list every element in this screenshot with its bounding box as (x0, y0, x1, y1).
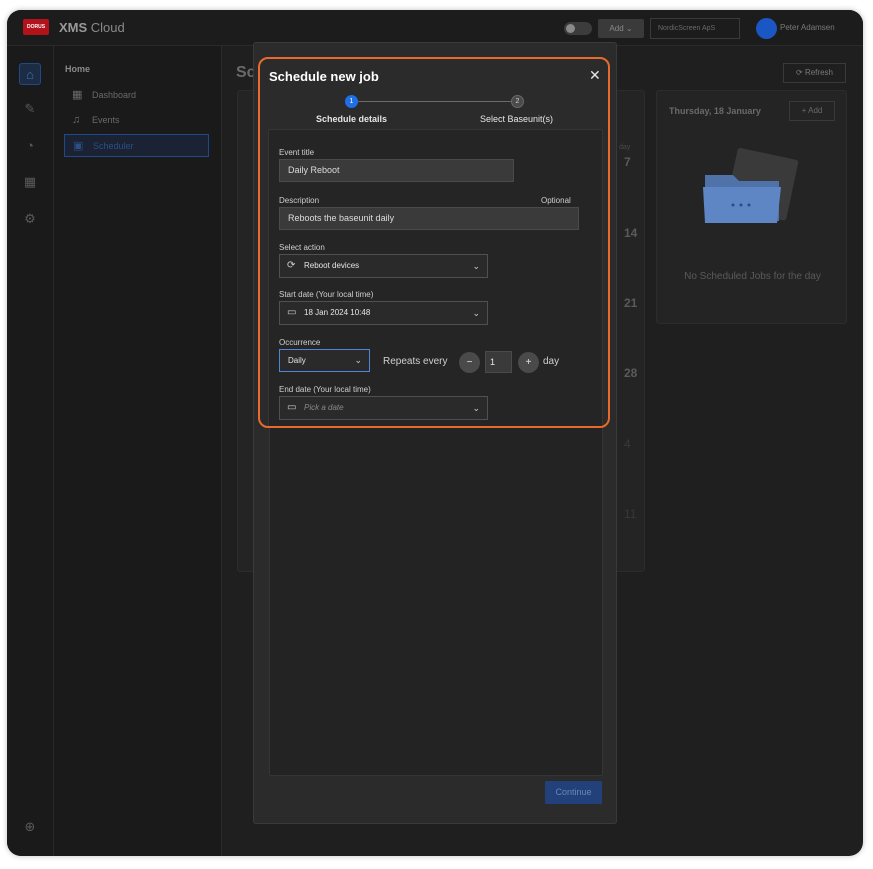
optional-label: Optional (541, 196, 571, 205)
gear-icon[interactable]: ⚙ (19, 208, 41, 230)
decrement-button[interactable]: − (459, 352, 480, 373)
increment-button[interactable]: + (518, 352, 539, 373)
end-date-picker[interactable]: ▭ Pick a date ⌄ (279, 396, 488, 420)
start-date-label: Start date (Your local time) (279, 290, 374, 299)
event-title-label: Event title (279, 148, 315, 157)
brand-logo: DORUS (23, 19, 49, 35)
empty-state-text: No Scheduled Jobs for the day (684, 271, 821, 282)
calendar-week-number[interactable]: 11 (624, 507, 636, 521)
bell-icon: ♫ (72, 114, 81, 126)
chevron-down-icon: ⌄ (472, 308, 480, 318)
app-name: XMS Cloud (59, 20, 125, 35)
day-jobs-panel: Thursday, 18 January + Add No Scheduled … (656, 90, 847, 324)
calendar-day-header: day (619, 144, 631, 151)
description-label: Description (279, 196, 320, 205)
calendar-icon: ▭ (287, 402, 297, 413)
select-action-label: Select action (279, 243, 325, 252)
dialog-title: Schedule new job (269, 69, 379, 84)
step-2-indicator[interactable]: 2 (511, 95, 524, 108)
occurrence-dropdown[interactable]: Daily ⌄ (279, 349, 370, 372)
step-2-label: Select Baseunit(s) (480, 114, 554, 124)
close-icon[interactable]: ✕ (589, 67, 601, 84)
highlighted-region: Schedule new job ✕ 1 2 Schedule details … (258, 57, 610, 428)
start-date-picker[interactable]: ▭ 18 Jan 2024 10:48 ⌄ (279, 301, 488, 325)
add-circle-icon[interactable]: ⊕ (19, 816, 41, 838)
top-bar: DORUS XMS Cloud Add ⌄ NordicScreen ApS P… (7, 10, 863, 46)
empty-folder-icon (703, 147, 799, 223)
event-title-input[interactable]: Daily Reboot (279, 159, 514, 182)
sidebar-item-dashboard[interactable]: ▦ Dashboard (64, 84, 209, 107)
nav-home-heading: Home (65, 64, 91, 74)
stepper-line (358, 101, 518, 102)
add-job-button[interactable]: + Add (789, 101, 835, 121)
step-1-indicator[interactable]: 1 (345, 95, 358, 108)
app-window: DORUS XMS Cloud Add ⌄ NordicScreen ApS P… (7, 10, 863, 856)
description-input[interactable]: Reboots the baseunit daily (279, 207, 579, 230)
chart-icon[interactable]: ◔ (19, 135, 41, 157)
left-rail: ⌂ ✎ ◔ ▦ ⚙ ⊕ (7, 46, 54, 856)
sidebar-item-events[interactable]: ♫ Events (64, 109, 209, 132)
calendar-icon: ▣ (73, 140, 84, 152)
grid-icon: ▦ (72, 89, 83, 101)
sidebar: Home ▦ Dashboard ♫ Events ▣ Scheduler (54, 46, 222, 856)
avatar[interactable] (756, 18, 777, 39)
chevron-down-icon: ⌄ (472, 403, 480, 413)
continue-button[interactable]: Continue (545, 781, 602, 804)
calendar-icon[interactable]: ▦ (19, 171, 41, 193)
chevron-down-icon: ⌄ (472, 261, 480, 271)
organization-select[interactable]: NordicScreen ApS (650, 18, 740, 39)
home-icon[interactable]: ⌂ (19, 63, 41, 85)
calendar-week-number[interactable]: 28 (624, 366, 637, 380)
calendar-week-number[interactable]: 14 (624, 226, 637, 240)
selected-date: Thursday, 18 January (669, 106, 761, 116)
sidebar-item-scheduler[interactable]: ▣ Scheduler (64, 134, 209, 157)
select-action-dropdown[interactable]: ⟳ Reboot devices ⌄ (279, 254, 488, 278)
refresh-icon: ⟳ (287, 260, 296, 271)
repeats-every-label: Repeats every (383, 356, 448, 367)
theme-toggle[interactable] (564, 22, 592, 35)
refresh-button[interactable]: ⟳ Refresh (783, 63, 846, 83)
wrench-icon[interactable]: ✎ (19, 98, 41, 120)
chevron-down-icon: ⌄ (354, 355, 362, 365)
repeat-interval-input[interactable]: 1 (485, 351, 512, 373)
add-menu-button[interactable]: Add ⌄ (598, 19, 644, 38)
occurrence-label: Occurrence (279, 338, 321, 347)
repeat-unit-label: day (543, 356, 560, 367)
end-date-label: End date (Your local time) (279, 385, 371, 394)
step-1-label: Schedule details (316, 114, 388, 124)
calendar-week-number[interactable]: 4 (624, 437, 631, 451)
calendar-week-number[interactable]: 21 (624, 296, 637, 310)
calendar-week-number[interactable]: 7 (624, 155, 631, 169)
user-name[interactable]: Peter Adamsen (780, 23, 835, 32)
calendar-icon: ▭ (287, 307, 297, 318)
